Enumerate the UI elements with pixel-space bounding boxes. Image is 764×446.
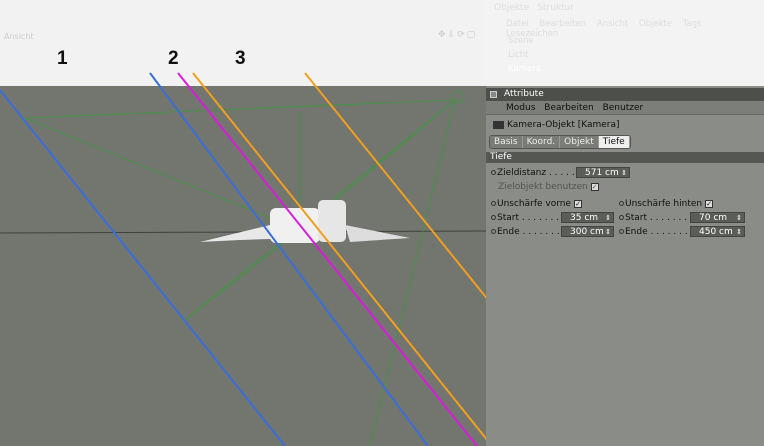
object-title: Kamera-Objekt [Kamera] [507,120,620,130]
zieldistanz-field[interactable]: 571 cm [576,167,630,179]
menu-ansicht[interactable]: Ansicht [597,19,628,29]
zielobjekt-checkbox[interactable]: ✓ [590,183,599,191]
tab-objekte[interactable]: Objekte [490,2,533,14]
object-szene[interactable]: Szene [508,36,534,46]
camera-icon [493,120,504,129]
back-end-field[interactable]: 450 cm [690,226,745,238]
attributes-menu: Modus Bearbeiten Benutzer [486,101,764,115]
panel-icon [490,91,497,98]
menu-benutzer[interactable]: Benutzer [603,103,644,113]
back-blur-label: Unschärfe hinten ✓ [619,199,714,209]
tab-basis[interactable]: Basis [490,136,523,148]
back-blur-checkbox[interactable]: ✓ [705,200,714,208]
tab-tiefe[interactable]: Tiefe [598,136,630,148]
front-blur-label: Unschärfe vorne ✓ [491,199,583,209]
attributes-header: Attribute [486,88,764,101]
marker-1: 1 [57,48,68,69]
menu-datei[interactable]: Datei [506,19,529,29]
tab-objekt[interactable]: Objekt [560,136,599,148]
object-kamera[interactable]: Kamera [508,64,541,74]
front-end-field[interactable]: 300 cm [561,226,614,238]
menu-objekte[interactable]: Objekte [639,19,672,29]
right-panel: Objekte Struktur Datei Bearbeiten Ansicht… [486,0,764,446]
marker-3: 3 [235,48,246,69]
menu-bearbeiten[interactable]: Bearbeiten [544,103,593,113]
menu-bearbeiten[interactable]: Bearbeiten [539,19,586,29]
menu-modus[interactable]: Modus [506,103,535,113]
menu-tags[interactable]: Tags [683,19,702,29]
zielobjekt-label: Zielobjekt benutzen ✓ [498,182,599,192]
tab-struktur[interactable]: Struktur [533,2,578,14]
section-tiefe: Tiefe [486,152,764,163]
tab-koord[interactable]: Koord. [522,136,561,148]
attribute-tabs: Basis Koord. Objekt Tiefe [489,135,631,149]
marker-2: 2 [168,48,179,69]
back-start-field[interactable]: 70 cm [690,212,745,224]
object-name: Kamera-Objekt [Kamera] [493,120,620,130]
zieldistanz-label: Zieldistanz . . . . . . . [491,168,586,178]
front-blur-checkbox[interactable]: ✓ [574,200,583,208]
attributes-title: Attribute [504,89,544,99]
object-licht[interactable]: Licht [508,50,529,60]
front-start-field[interactable]: 35 cm [561,212,614,224]
objects-panel: Objekte Struktur Datei Bearbeiten Ansicht… [486,0,764,86]
